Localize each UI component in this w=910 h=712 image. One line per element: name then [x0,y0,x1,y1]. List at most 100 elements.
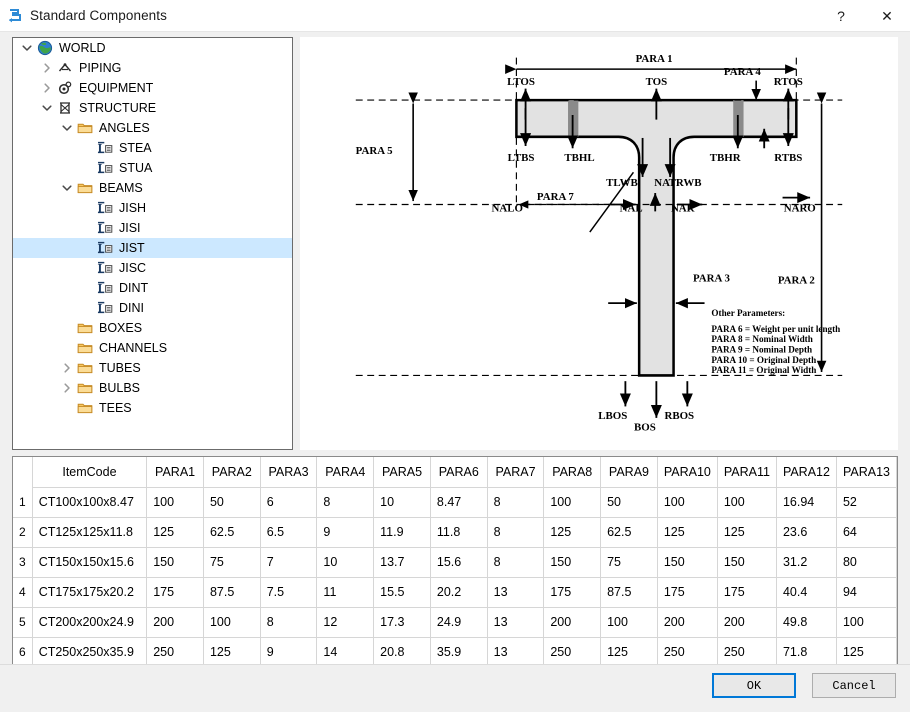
cell-para10[interactable]: 250 [657,637,718,668]
column-header-para1[interactable]: PARA1 [146,457,204,488]
cell-para2[interactable]: 62.5 [203,517,261,548]
tree-item-tees[interactable]: TEES [13,398,292,418]
cell-para9[interactable]: 87.5 [600,577,658,608]
cell-itemcode[interactable]: CT150x150x15.6 [32,547,148,578]
chevron-down-icon[interactable] [59,118,75,138]
cell-para6[interactable]: 35.9 [430,637,488,668]
tree-item-bulbs[interactable]: BULBS [13,378,292,398]
cell-para5[interactable]: 11.9 [373,517,431,548]
tree-item-stea[interactable]: I STEA [13,138,292,158]
cell-para13[interactable]: 94 [836,577,897,608]
cell-para3[interactable]: 6.5 [260,517,318,548]
cell-para1[interactable]: 175 [146,577,204,608]
cell-para9[interactable]: 100 [600,607,658,638]
cell-para12[interactable]: 16.94 [776,487,837,518]
cell-para8[interactable]: 200 [543,607,602,638]
cell-para8[interactable]: 125 [543,517,602,548]
tree-item-boxes[interactable]: BOXES [13,318,292,338]
cell-para13[interactable]: 80 [836,547,897,578]
cell-para8[interactable]: 175 [543,577,602,608]
help-button[interactable]: ? [818,0,864,32]
cell-para6[interactable]: 11.8 [430,517,488,548]
component-tree[interactable]: WORLD PIPING EQUIPMENT STRUCTURE ANGLES I STEA… [12,37,293,450]
cell-para3[interactable]: 7 [260,547,318,578]
cell-itemcode[interactable]: CT250x250x35.9 [32,637,148,668]
chevron-right-icon[interactable] [59,378,75,398]
cell-para3[interactable]: 6 [260,487,318,518]
cell-para3[interactable]: 7.5 [260,577,318,608]
ok-button[interactable]: OK [712,673,796,698]
chevron-down-icon[interactable] [39,98,55,118]
column-header-para11[interactable]: PARA11 [717,457,777,488]
cell-para1[interactable]: 100 [146,487,204,518]
cell-para8[interactable]: 250 [543,637,602,668]
cell-para4[interactable]: 8 [316,487,375,518]
column-header-para2[interactable]: PARA2 [203,457,261,488]
cell-para1[interactable]: 150 [146,547,204,578]
cell-para6[interactable]: 15.6 [430,547,488,578]
column-header-para4[interactable]: PARA4 [316,457,375,488]
cell-para3[interactable]: 9 [260,637,318,668]
table-row[interactable]: 4 CT175x175x20.2 175 87.5 7.5 11 15.5 20.2 13 175… [13,577,897,608]
cell-para9[interactable]: 62.5 [600,517,658,548]
column-header-para5[interactable]: PARA5 [373,457,431,488]
column-header-para12[interactable]: PARA12 [776,457,837,488]
cell-para5[interactable]: 17.3 [373,607,431,638]
column-header-para6[interactable]: PARA6 [430,457,488,488]
column-header-para8[interactable]: PARA8 [543,457,602,488]
tree-item-jist[interactable]: I JIST [13,238,292,258]
cell-para9[interactable]: 125 [600,637,658,668]
tree-item-beams[interactable]: BEAMS [13,178,292,198]
cell-para3[interactable]: 8 [260,607,318,638]
cell-para6[interactable]: 24.9 [430,607,488,638]
cell-para1[interactable]: 250 [146,637,204,668]
cell-itemcode[interactable]: CT125x125x11.8 [32,517,148,548]
cell-para11[interactable]: 150 [717,547,777,578]
tree-item-piping[interactable]: PIPING [13,58,292,78]
cell-para11[interactable]: 100 [717,487,777,518]
tree-item-dint[interactable]: I DINT [13,278,292,298]
cell-para7[interactable]: 13 [487,577,545,608]
tree-item-channels[interactable]: CHANNELS [13,338,292,358]
cell-para12[interactable]: 49.8 [776,607,837,638]
cell-para11[interactable]: 250 [717,637,777,668]
table-row[interactable]: 3 CT150x150x15.6 150 75 7 10 13.7 15.6 8 150 75 150… [13,547,897,578]
tree-item-jisi[interactable]: I JISI [13,218,292,238]
column-header-itemcode[interactable]: ItemCode [32,457,148,488]
cell-para2[interactable]: 75 [203,547,261,578]
close-button[interactable]: ✕ [864,0,910,32]
cell-para4[interactable]: 12 [316,607,375,638]
cell-para8[interactable]: 150 [543,547,602,578]
cell-para7[interactable]: 13 [487,607,545,638]
tree-item-equipment[interactable]: EQUIPMENT [13,78,292,98]
tree-item-world[interactable]: WORLD [13,38,292,58]
cell-para7[interactable]: 8 [487,517,545,548]
column-header-para3[interactable]: PARA3 [260,457,318,488]
cell-para13[interactable]: 64 [836,517,897,548]
tree-item-dini[interactable]: I DINI [13,298,292,318]
cell-itemcode[interactable]: CT100x100x8.47 [32,487,148,518]
chevron-down-icon[interactable] [19,38,35,58]
cell-para4[interactable]: 9 [316,517,375,548]
cell-para6[interactable]: 20.2 [430,577,488,608]
cell-para9[interactable]: 50 [600,487,658,518]
chevron-down-icon[interactable] [59,178,75,198]
cell-para1[interactable]: 125 [146,517,204,548]
cell-para11[interactable]: 200 [717,607,777,638]
cell-para10[interactable]: 200 [657,607,718,638]
cell-para11[interactable]: 175 [717,577,777,608]
tree-item-tubes[interactable]: TUBES [13,358,292,378]
cell-para4[interactable]: 10 [316,547,375,578]
cell-para2[interactable]: 50 [203,487,261,518]
parameter-table-panel[interactable]: ItemCode PARA1 PARA2 PARA3 PARA4 PARA5 PARA6 PA… [12,456,898,692]
table-row[interactable]: 6 CT250x250x35.9 250 125 9 14 20.8 35.9 13 250 125… [13,637,897,668]
tree-item-jisc[interactable]: I JISC [13,258,292,278]
table-row[interactable]: 1 CT100x100x8.47 100 50 6 8 10 8.47 8 100 50 100 100… [13,487,897,518]
cell-para13[interactable]: 100 [836,607,897,638]
chevron-right-icon[interactable] [39,58,55,78]
cell-para5[interactable]: 15.5 [373,577,431,608]
cell-para2[interactable]: 87.5 [203,577,261,608]
cell-para10[interactable]: 150 [657,547,718,578]
cell-para10[interactable]: 100 [657,487,718,518]
cell-para5[interactable]: 10 [373,487,431,518]
